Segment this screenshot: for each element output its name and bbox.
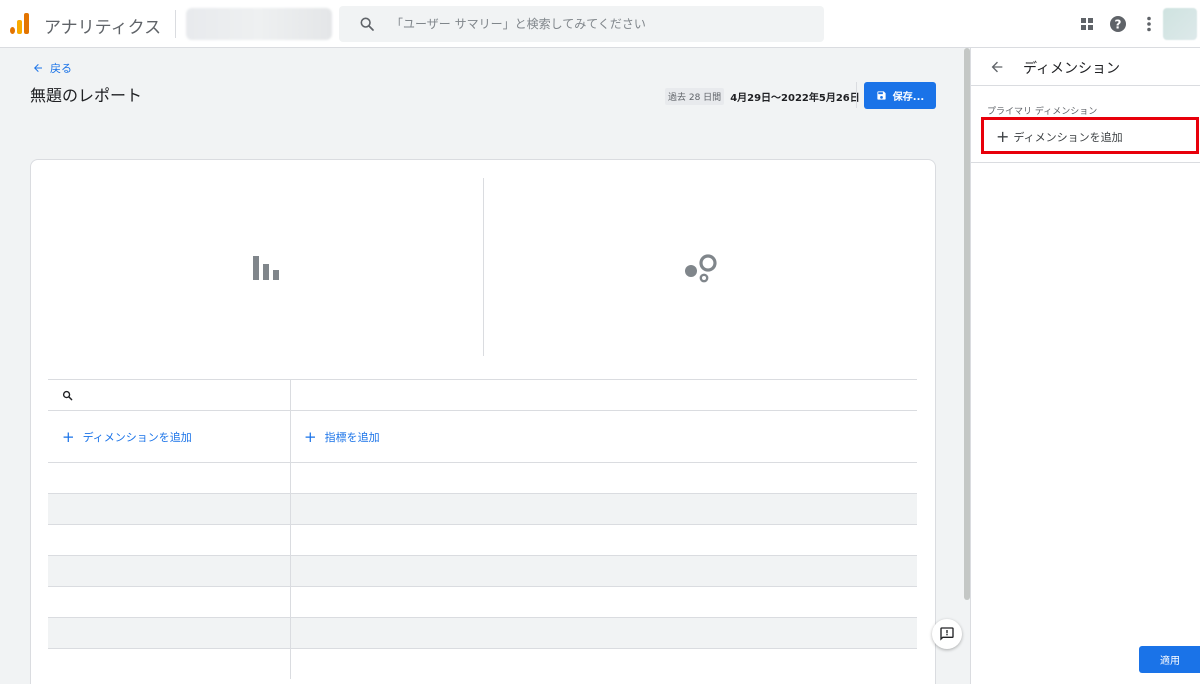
plus-icon: + [996,127,1010,146]
arrow-back-icon [34,64,42,72]
table-row [48,586,917,617]
report-table: + ディメンションを追加 + 指標を追加 [48,379,917,679]
page-title[interactable]: 無題のレポート [30,82,142,106]
plus-icon: + [304,427,317,446]
save-icon [877,91,886,100]
save-button[interactable]: 保存... [864,82,936,109]
search-icon[interactable] [62,390,73,401]
panel-divider [971,162,1200,163]
apply-button[interactable]: 適用 [1139,646,1200,673]
feedback-icon [940,627,954,641]
add-metric-label: 指標を追加 [324,431,380,444]
viz-divider [483,178,484,356]
panel-add-dimension-label: ディメンションを追加 [1013,131,1123,144]
search-bar[interactable] [339,6,824,42]
save-label: 保存... [892,92,925,103]
report-canvas: + ディメンションを追加 + 指標を追加 [30,159,936,684]
app-title[interactable]: アナリティクス [44,13,161,38]
table-row [48,524,917,555]
more-vert-icon[interactable] [1139,14,1159,34]
add-metric-button[interactable]: + 指標を追加 [304,429,380,445]
analytics-logo-icon[interactable] [10,12,32,34]
table-row [48,493,917,524]
table-row [48,617,917,648]
dimension-panel: ディメンション プライマリ ディメンション + ディメンションを追加 適用 [970,48,1200,684]
svg-text:?: ? [1115,18,1122,32]
plus-icon: + [62,427,75,446]
top-bar: アナリティクス ? [0,0,1200,48]
panel-add-dimension-button[interactable]: + ディメンションを追加 [996,129,1123,145]
table-add-row: + ディメンションを追加 + 指標を追加 [48,410,917,462]
bar-chart-icon[interactable] [253,256,279,280]
avatar[interactable] [1163,8,1197,40]
search-icon [360,17,374,31]
table-header-row [48,379,917,410]
feedback-button[interactable] [932,619,962,649]
date-range-chip: 過去 28 日間 [665,88,725,105]
table-row [48,462,917,493]
header-divider [175,10,176,38]
apps-grid-icon[interactable] [1077,14,1097,34]
date-range-text: 4月29日～2022年5月26日 [730,93,860,104]
primary-dimension-label: プライマリ ディメンション [987,107,1098,117]
arrow-back-icon[interactable] [989,59,1005,75]
add-dimension-label: ディメンションを追加 [82,431,192,444]
help-icon[interactable]: ? [1108,14,1128,34]
account-selector[interactable] [186,8,332,40]
back-link[interactable]: 戻る [32,60,72,76]
table-row [48,555,917,586]
table-row [48,648,917,679]
panel-title: ディメンション [1023,61,1121,77]
panel-header: ディメンション [971,48,1200,86]
date-range-selector[interactable]: 過去 28 日間 4月29日～2022年5月26日 [665,88,860,105]
date-divider [856,82,857,108]
search-input[interactable] [391,6,811,42]
add-dimension-button[interactable]: + ディメンションを追加 [62,429,192,445]
bubble-chart-icon[interactable] [683,250,719,284]
back-label: 戻る [50,62,72,75]
highlight-box: + ディメンションを追加 [981,117,1199,154]
